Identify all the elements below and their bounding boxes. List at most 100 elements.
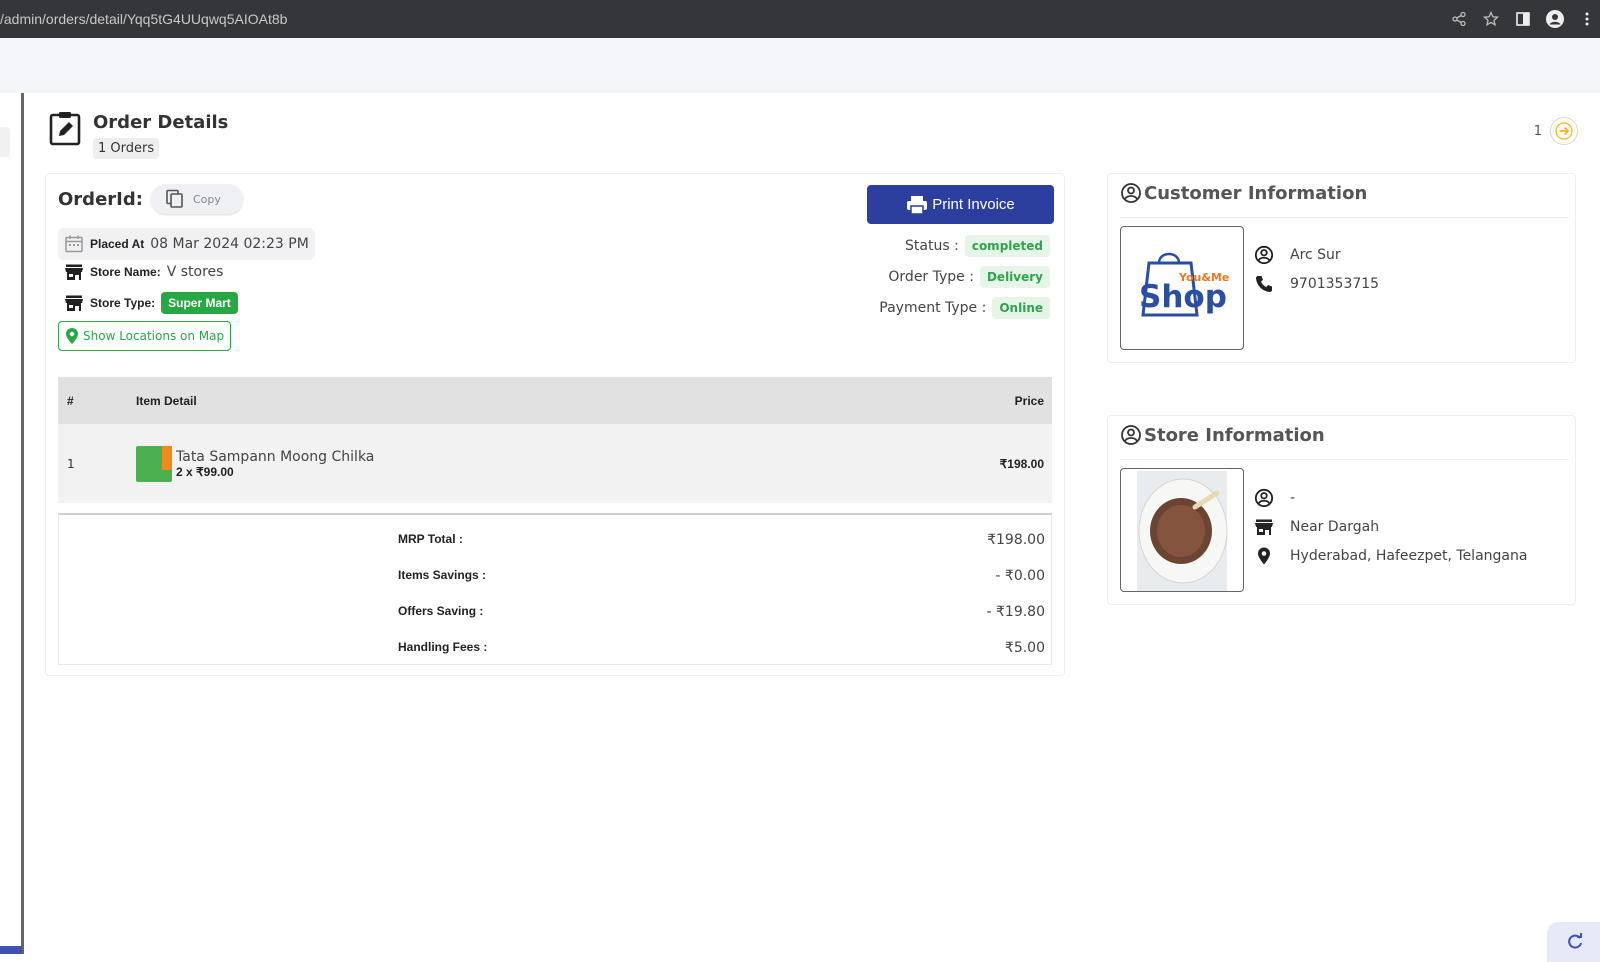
store-info-card: Store Information - Near Dargah Hyderaba… — [1107, 415, 1576, 605]
star-icon[interactable] — [1482, 10, 1500, 28]
offers-saving-label: Offers Saving : — [398, 604, 484, 618]
store-details: - Near Dargah Hyderabad, Hafeezpet, Tela… — [1254, 483, 1527, 570]
print-invoice-button[interactable]: Print Invoice — [867, 185, 1054, 224]
items-savings-value: - ₹0.00 — [995, 568, 1045, 584]
user-circle-icon — [1254, 488, 1274, 507]
table-row: 1 Tata Sampann Moong Chilka 2 x ₹99.00 ₹… — [58, 424, 1052, 503]
product-image — [136, 445, 172, 482]
copy-button[interactable]: Copy — [150, 184, 243, 214]
customer-info-card: Customer Information You&Me Shop Arc Sur… — [1107, 173, 1576, 363]
arrow-right-icon — [1555, 122, 1573, 140]
refresh-icon — [1568, 933, 1582, 949]
orders-count: 1 Orders — [93, 138, 160, 159]
page-header: Order Details 1 Orders — [48, 110, 228, 159]
column-item-detail: Item Detail — [136, 393, 197, 408]
sidebar — [0, 93, 24, 954]
customer-phone: 9701353715 — [1290, 275, 1380, 292]
product-quantity: 2 x ₹99.00 — [176, 464, 234, 479]
payment-type-label: Payment Type : — [879, 299, 987, 316]
page-number: 1 — [1533, 123, 1542, 139]
order-type-badge: Delivery — [979, 265, 1050, 288]
pin-icon — [66, 328, 78, 344]
totals-panel: MRP Total : ₹198.00 Items Savings : - ₹0… — [58, 513, 1052, 665]
store-image — [1120, 468, 1244, 592]
page-title: Order Details — [93, 112, 229, 133]
store-name-label: Store Name: — [90, 265, 161, 279]
store-name-info-row: Near Dargah — [1254, 512, 1527, 541]
store-name-value: V stores — [166, 264, 224, 280]
customer-phone-row: 9701353715 — [1254, 269, 1379, 298]
items-savings-row: Items Savings : - ₹0.00 — [59, 568, 1053, 588]
sidebar-footer — [0, 946, 22, 954]
mrp-total-value: ₹198.00 — [987, 532, 1045, 548]
divider — [1120, 459, 1569, 460]
status-label: Status : — [905, 237, 959, 254]
status-badge: completed — [964, 234, 1050, 257]
order-id-row: OrderId: Copy — [58, 184, 243, 214]
app-topbar — [0, 38, 1600, 93]
pager: 1 — [1534, 117, 1578, 145]
store-type-badge: Super Mart — [161, 292, 238, 314]
column-price: Price — [1014, 393, 1044, 408]
customer-details: Arc Sur 9701353715 — [1254, 240, 1379, 298]
order-card: OrderId: Copy Placed At 08 Mar 2024 02:2… — [45, 173, 1065, 676]
store-name-row: Store Name: V stores — [58, 262, 223, 282]
handling-fees-label: Handling Fees : — [398, 640, 488, 654]
items-table: # Item Detail Price 1 Tata Sampann Moong… — [58, 377, 1052, 503]
store-icon — [65, 264, 83, 280]
items-table-header: # Item Detail Price — [58, 377, 1052, 424]
placed-at-value: 08 Mar 2024 02:23 PM — [150, 236, 309, 252]
store-address: Hyderabad, Hafeezpet, Telangana — [1290, 547, 1528, 564]
customer-name-row: Arc Sur — [1254, 240, 1379, 269]
sidebar-toggle[interactable] — [0, 127, 10, 157]
mrp-total-label: MRP Total : — [398, 532, 463, 546]
customer-info-title: Customer Information — [1144, 182, 1368, 204]
address-bar[interactable]: /admin/orders/detail/Yqq5tG4UUqwq5AIOAt8… — [0, 11, 287, 27]
customer-avatar: You&Me Shop — [1120, 226, 1244, 350]
browser-toolbar: /admin/orders/detail/Yqq5tG4UUqwq5AIOAt8… — [0, 0, 1600, 38]
handling-fees-row: Handling Fees : ₹5.00 — [59, 640, 1053, 660]
handling-fees-value: ₹5.00 — [1004, 640, 1045, 656]
offers-saving-value: - ₹19.80 — [986, 604, 1046, 620]
store-type-row: Store Type: Super Mart — [58, 292, 238, 314]
phone-icon — [1256, 275, 1272, 292]
store-type-label: Store Type: — [90, 296, 156, 310]
store-name: Near Dargah — [1290, 518, 1380, 535]
browser-actions — [1450, 0, 1600, 38]
divider — [1120, 217, 1569, 218]
clipboard-edit-icon — [48, 110, 82, 146]
payment-type-badge: Online — [992, 296, 1050, 319]
menu-icon[interactable] — [1578, 10, 1596, 28]
column-index: # — [67, 393, 74, 408]
order-type-label: Order Type : — [888, 268, 974, 285]
items-savings-label: Items Savings : — [398, 568, 487, 582]
store-address-row: Hyderabad, Hafeezpet, Telangana — [1254, 541, 1527, 570]
pin-icon — [1258, 547, 1270, 564]
store-info-title: Store Information — [1144, 424, 1325, 446]
store-owner-row: - — [1254, 483, 1527, 512]
show-locations-button[interactable]: Show Locations on Map — [58, 321, 232, 351]
store-photo — [1137, 471, 1228, 591]
share-icon[interactable] — [1450, 10, 1468, 28]
profile-icon[interactable] — [1546, 10, 1564, 28]
store-owner: - — [1290, 489, 1296, 506]
sidepanel-icon[interactable] — [1514, 10, 1532, 28]
order-id-label: OrderId: — [58, 188, 143, 210]
logo-big-text: Shop — [1139, 279, 1227, 315]
map-button-wrap: Show Locations on Map — [58, 321, 232, 351]
store-info-header: Store Information — [1120, 424, 1325, 446]
item-detail: Tata Sampann Moong Chilka 2 x ₹99.00 — [136, 445, 932, 482]
placed-at-row: Placed At 08 Mar 2024 02:23 PM — [58, 228, 315, 260]
placed-at-label: Placed At — [90, 237, 145, 251]
customer-name: Arc Sur — [1290, 246, 1341, 263]
printer-icon — [907, 195, 928, 215]
user-circle-icon — [1121, 183, 1141, 203]
refresh-button[interactable] — [1547, 922, 1600, 962]
user-circle-icon — [1121, 425, 1141, 445]
offers-saving-row: Offers Saving : - ₹19.80 — [59, 604, 1053, 624]
mrp-total-row: MRP Total : ₹198.00 — [59, 532, 1053, 552]
show-locations-label: Show Locations on Map — [83, 329, 225, 343]
next-order-button[interactable] — [1550, 117, 1578, 145]
row-index: 1 — [67, 456, 75, 471]
calendar-icon — [65, 235, 83, 253]
